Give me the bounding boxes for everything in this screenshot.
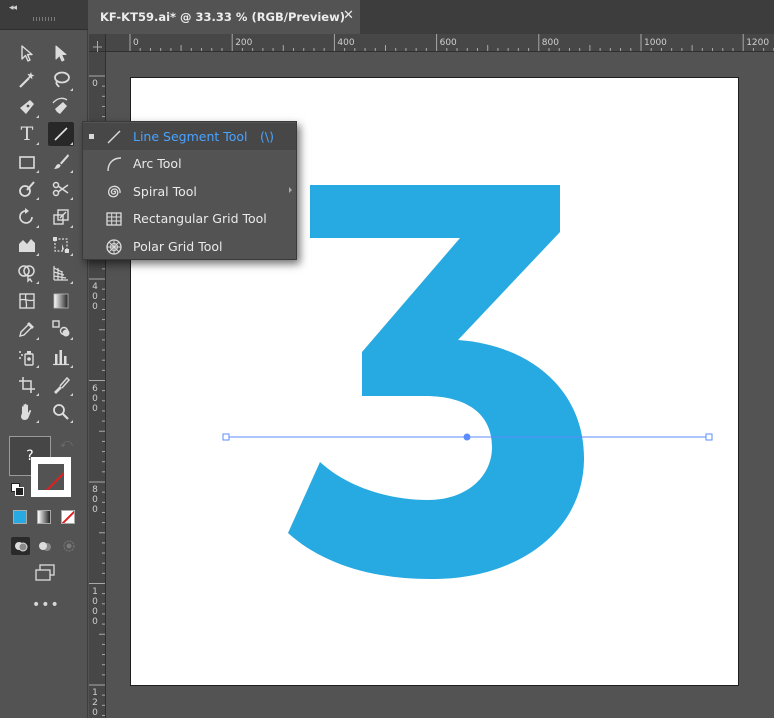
line-segment-icon xyxy=(104,127,124,147)
polar-grid-icon xyxy=(104,237,124,257)
flyout-item-arc[interactable]: Arc Tool xyxy=(83,150,296,177)
flyout-label: Line Segment Tool xyxy=(133,129,248,144)
flyout-label: Rectangular Grid Tool xyxy=(133,211,267,226)
center-point[interactable] xyxy=(463,433,471,441)
spiral-icon xyxy=(104,182,124,202)
current-tool-marker xyxy=(89,134,94,139)
flyout-label: Arc Tool xyxy=(133,156,182,171)
number-three-shape[interactable] xyxy=(288,185,585,580)
tearoff-arrow-icon[interactable] xyxy=(289,187,292,193)
flyout-shortcut: (\) xyxy=(260,129,274,144)
flyout-label: Spiral Tool xyxy=(133,184,197,199)
arc-icon xyxy=(104,154,124,174)
flyout-label: Polar Grid Tool xyxy=(133,239,223,254)
flyout-item-polar-grid[interactable]: Polar Grid Tool xyxy=(83,233,296,260)
artwork-layer xyxy=(222,185,713,580)
rectangular-grid-icon xyxy=(104,209,124,229)
flyout-item-spiral[interactable]: Spiral Tool xyxy=(83,178,296,205)
flyout-item-rectangular-grid[interactable]: Rectangular Grid Tool xyxy=(83,205,296,232)
anchor-point-start[interactable] xyxy=(222,433,230,441)
anchor-point-end[interactable] xyxy=(705,433,713,441)
flyout-item-line-segment[interactable]: Line Segment Tool (\) xyxy=(83,123,296,150)
line-tools-flyout: Line Segment Tool (\) Arc Tool Spiral To… xyxy=(82,121,297,260)
